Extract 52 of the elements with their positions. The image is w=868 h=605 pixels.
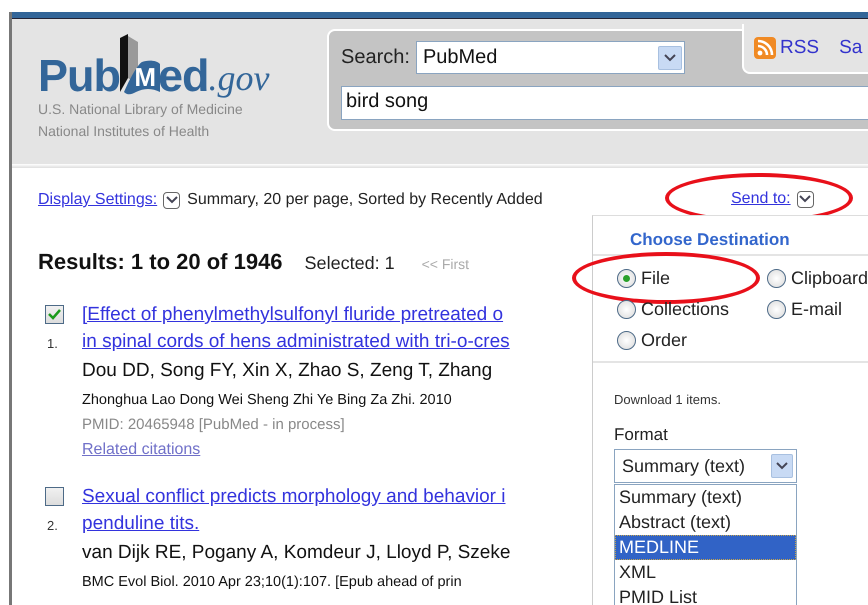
radio-option[interactable]: Clipboard xyxy=(767,268,868,289)
format-option[interactable]: PMID List xyxy=(615,585,796,605)
header-link[interactable]: Sa xyxy=(839,37,862,59)
display-summary: Summary, 20 per page, Sorted by Recently Added xyxy=(187,191,543,209)
journal-citation: BMC Evol Biol. 2010 Apr 23;10(1):107. [Epub ahead of prin xyxy=(82,573,462,592)
title-link[interactable]: [Effect of phenylmethylsulfonyl fluride pretreated o xyxy=(82,301,504,328)
results-heading: Results: 1 to 20 of 1946 xyxy=(38,249,283,275)
radio-button[interactable] xyxy=(617,331,636,350)
database-select[interactable]: PubMed xyxy=(416,41,685,74)
logo-subtitle: National Institutes of Health xyxy=(38,122,210,141)
menu-heading: Choose Destination xyxy=(630,230,790,249)
checkbox[interactable] xyxy=(45,305,64,324)
radio-option[interactable]: Order xyxy=(617,330,688,351)
logo-text: M xyxy=(134,64,156,90)
related-citations-link[interactable]: Related citations xyxy=(82,437,200,463)
format-label: Format xyxy=(614,425,668,444)
download-note: Download 1 items. xyxy=(614,392,721,407)
rss-link[interactable]: RSS xyxy=(754,37,820,59)
format-option[interactable]: XML xyxy=(615,560,796,585)
format-select[interactable]: Summary (text) xyxy=(614,449,797,483)
journal-citation: Zhonghua Lao Dong Wei Sheng Zhi Ye Bing Za Zhi. 2010 xyxy=(82,391,452,410)
title-link[interactable]: penduline tits. xyxy=(82,510,200,537)
format-option[interactable]: Summary (text) xyxy=(615,485,796,510)
authors-text: Dou DD, Song FY, Xin X, Zhao S, Zeng T, Zhang xyxy=(82,359,492,383)
radio-button[interactable] xyxy=(617,300,636,319)
radio-button[interactable] xyxy=(767,269,786,288)
radio-option[interactable]: E-mail xyxy=(767,299,842,320)
result-number: 2. xyxy=(46,518,58,533)
dropdown-icon[interactable] xyxy=(796,190,814,208)
selected-count: Selected: 1 xyxy=(304,253,395,274)
authors-text: van Dijk RE, Pogany A, Komdeur J, Lloyd P, Szeke xyxy=(82,541,510,565)
send-to-link[interactable]: Send to: xyxy=(731,190,791,208)
logo-text: ed xyxy=(158,53,209,98)
radio-button[interactable] xyxy=(617,269,636,288)
search-field[interactable]: bird song xyxy=(341,86,868,120)
title-link[interactable]: Sexual conflict predicts morphology and behavior i xyxy=(82,483,506,510)
checkbox[interactable] xyxy=(45,487,64,506)
radio-button[interactable] xyxy=(767,300,786,319)
pmid-text: PMID: 20465948 [PubMed - in process] xyxy=(82,415,345,435)
result-number: 1. xyxy=(46,336,58,351)
logo-text: Pub xyxy=(38,53,120,98)
format-option[interactable]: Abstract (text) xyxy=(615,510,796,535)
format-option[interactable]: MEDLINE xyxy=(615,535,796,560)
rss-icon xyxy=(754,37,776,59)
title-link[interactable]: in spinal cords of hens administrated with tri-o-cres xyxy=(82,328,510,355)
display-settings-link[interactable]: Display Settings: xyxy=(38,191,158,209)
search-label: Search: xyxy=(341,46,410,69)
dropdown-icon[interactable] xyxy=(163,192,180,208)
logo-domain: .gov xyxy=(208,60,270,96)
logo-subtitle: U.S. National Library of Medicine xyxy=(38,100,244,119)
radio-option[interactable]: Collections xyxy=(617,299,730,320)
radio-option[interactable]: File xyxy=(617,268,670,289)
